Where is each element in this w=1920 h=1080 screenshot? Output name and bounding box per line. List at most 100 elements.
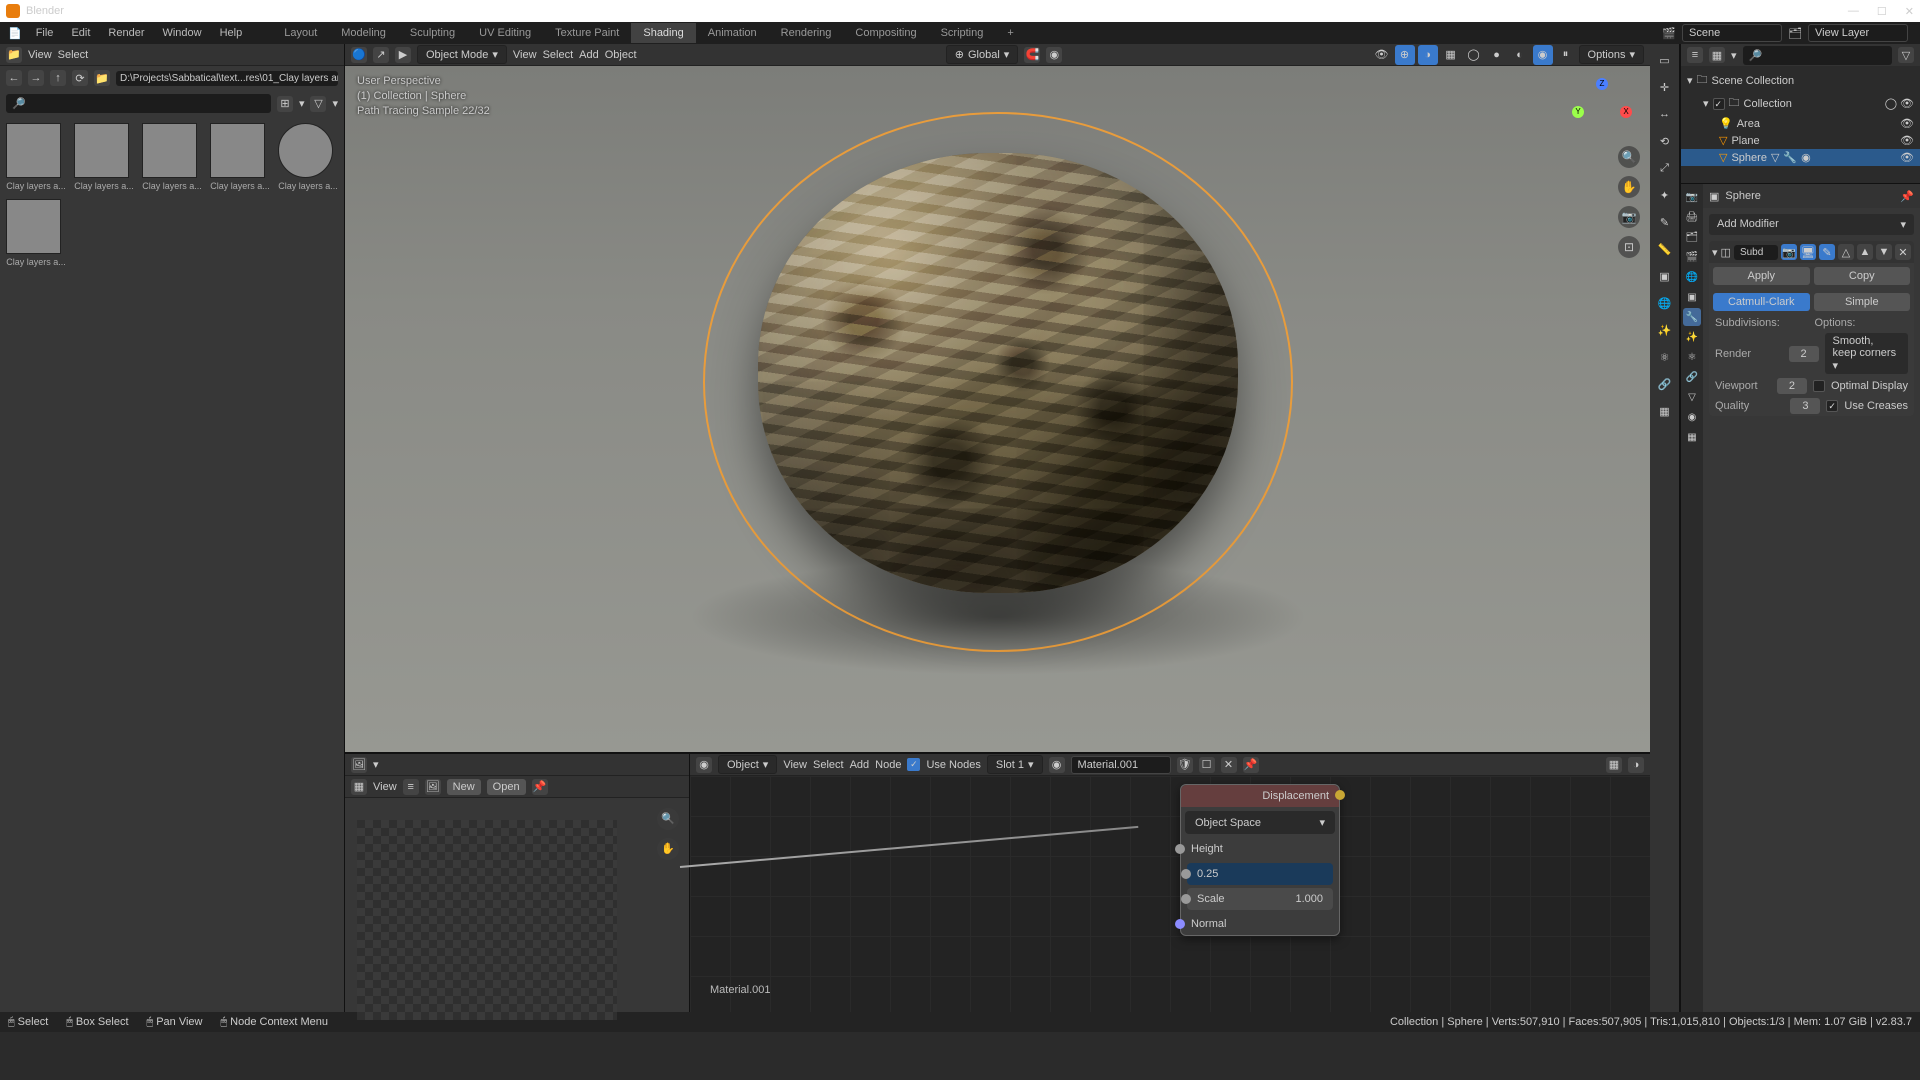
menu-render[interactable]: Render [100,24,152,42]
tool-particle-icon[interactable]: ✨ [1653,318,1677,342]
outliner-row-collection[interactable]: ▾🗀Collection◯👁 [1681,92,1920,115]
outliner-type-icon[interactable]: ≡ [1687,47,1703,63]
axis-y-icon[interactable]: Y [1572,106,1584,118]
zoom-icon[interactable]: 🔍 [1618,146,1640,168]
display-chevron-icon[interactable]: ▾ [299,97,305,110]
camera-icon[interactable]: 📷 [1618,206,1640,228]
nav-back-icon[interactable]: ← [6,70,22,86]
ne-overlay-icon[interactable]: ◑ [1628,757,1644,773]
viewport-3d[interactable]: User Perspective (1) Collection | Sphere… [345,66,1650,752]
fake-user-icon[interactable]: 🛡 [1177,757,1193,773]
snap-icon[interactable]: 🧲 [1024,47,1040,63]
shading-solid-icon[interactable]: ● [1487,45,1507,65]
selectability-icon[interactable]: 👁 [1372,45,1392,65]
tab-shading[interactable]: Shading [631,23,695,43]
prop-edit-icon[interactable]: ◉ [1046,47,1062,63]
outliner-tree[interactable]: ▾🗀Scene Collection ▾🗀Collection◯👁 💡Area👁… [1681,66,1920,183]
close-mat-icon[interactable]: ✕ [1221,757,1237,773]
space-dropdown[interactable]: Object Space▾ [1185,811,1335,834]
ne-snap-icon[interactable]: ▦ [1606,757,1622,773]
browser-view[interactable]: View [28,49,52,61]
height-value-field[interactable]: 0.25 [1187,863,1333,885]
viewlayer-field[interactable]: View Layer [1808,24,1908,42]
ne-node[interactable]: Node [875,759,901,771]
window-minimize-icon[interactable]: — [1848,5,1859,18]
tab-texpaint[interactable]: Texture Paint [543,23,631,43]
img-hand-icon[interactable]: ✋ [657,838,679,860]
img-browse-icon[interactable]: 🖼 [425,779,441,795]
uv-mode-icon[interactable]: ▦ [351,779,367,795]
folder-new-icon[interactable]: 📁 [6,47,22,63]
ne-type-icon[interactable]: ◉ [696,757,712,773]
mod-movedown-icon[interactable]: ▼ [1876,244,1892,260]
gizmo-btn[interactable]: ⊕ [1395,45,1415,65]
window-maximize-icon[interactable]: ☐ [1877,5,1887,18]
browser-select[interactable]: Select [58,49,89,61]
ne-view[interactable]: View [783,759,807,771]
img-chevron-icon[interactable]: ▾ [373,758,379,771]
tab-sculpting[interactable]: Sculpting [398,23,467,43]
slot-dropdown[interactable]: Slot 1▾ [987,755,1043,774]
pin-icon[interactable]: 📌 [532,779,548,795]
thumb-item[interactable]: Clay layers a... [74,123,134,191]
scale-field[interactable]: Scale1.000 [1187,888,1333,910]
outliner-filter-icon[interactable]: ▽ [1898,47,1914,63]
outliner-row-area[interactable]: 💡Area👁 [1681,115,1920,132]
filter-icon[interactable]: ▽ [310,96,326,112]
mod-realtime-icon[interactable]: 🖥 [1800,244,1816,260]
overlay-btn[interactable]: ◑ [1418,45,1438,65]
tab-uv[interactable]: UV Editing [467,23,543,43]
outliner-row-plane[interactable]: ▽Plane👁 [1681,132,1920,149]
quality-field[interactable]: 3 [1790,398,1820,414]
vp-object[interactable]: Object [605,49,637,61]
pin-props-icon[interactable]: 📌 [1900,190,1914,203]
image-canvas[interactable]: 🔍 ✋ [345,798,689,1012]
search-input[interactable]: 🔎 [6,94,271,113]
vp-select[interactable]: Select [543,49,574,61]
displacement-node[interactable]: Displacement Object Space▾ Height 0.25 S… [1180,784,1340,936]
mod-expand-icon[interactable]: ▾ [1712,246,1718,259]
mod-delete-icon[interactable]: ✕ [1895,244,1911,260]
ptab-render-icon[interactable]: 📷 [1683,188,1701,206]
eye-icon[interactable]: 👁 [1900,97,1914,110]
img-view[interactable]: View [373,781,397,793]
tool-cursor-icon[interactable]: ✛ [1653,75,1677,99]
outliner-chevron-icon[interactable]: ▾ [1731,49,1737,62]
options-dropdown[interactable]: Options▾ [1579,45,1644,64]
axis-x-icon[interactable]: X [1620,106,1632,118]
normal-socket[interactable] [1175,919,1185,929]
ptab-modifier-icon[interactable]: 🔧 [1683,308,1701,326]
mod-editmode-icon[interactable]: ✎ [1819,244,1835,260]
use-creases-checkbox[interactable] [1826,400,1838,412]
apply-button[interactable]: Apply [1713,267,1810,285]
height-socket[interactable] [1175,844,1185,854]
eye-icon[interactable]: 👁 [1900,134,1914,147]
tool-addcube-icon[interactable]: ▣ [1653,264,1677,288]
img-new-button[interactable]: New [447,779,481,795]
menu-window[interactable]: Window [154,24,209,42]
catmull-button[interactable]: Catmull-Clark [1713,293,1810,311]
mat-sphere-icon[interactable]: ◉ [1049,757,1065,773]
midlevel-socket[interactable] [1181,869,1191,879]
shading-wire-icon[interactable]: ◯ [1464,45,1484,65]
tab-animation[interactable]: Animation [696,23,769,43]
nav-up-icon[interactable]: ↑ [50,70,66,86]
ptab-material-icon[interactable]: ◉ [1683,408,1701,426]
filter-chevron-icon[interactable]: ▾ [332,97,338,110]
tab-layout[interactable]: Layout [272,23,329,43]
eye-icon[interactable]: 👁 [1900,151,1914,164]
ne-add[interactable]: Add [850,759,870,771]
mod-cage-icon[interactable]: △ [1838,244,1854,260]
axis-z-icon[interactable]: Z [1596,78,1608,90]
ptab-scene-icon[interactable]: 🎬 [1683,248,1701,266]
output-socket[interactable] [1335,790,1345,800]
tab-rendering[interactable]: Rendering [769,23,844,43]
img-zoom-icon[interactable]: 🔍 [657,808,679,830]
menu-edit[interactable]: Edit [63,24,98,42]
menu-file[interactable]: File [28,24,62,42]
img-list-icon[interactable]: ≡ [403,779,419,795]
nav-fwd-icon[interactable]: → [28,70,44,86]
ne-select[interactable]: Select [813,759,844,771]
use-nodes-checkbox[interactable]: ✓ [907,758,920,771]
tab-modeling[interactable]: Modeling [329,23,398,43]
